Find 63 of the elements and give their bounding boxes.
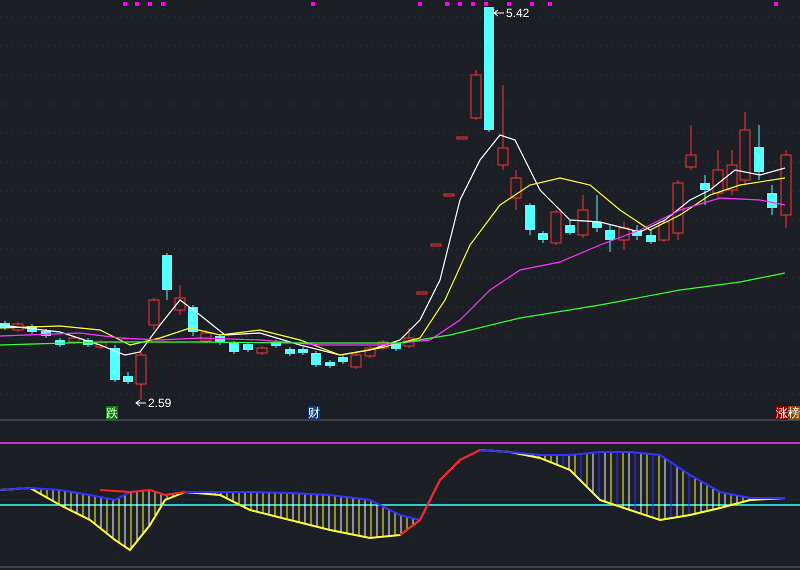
candlestick [658, 218, 670, 242]
candlestick [271, 340, 281, 348]
candlestick [444, 194, 454, 196]
arrow-icon [135, 400, 146, 406]
candlestick [565, 220, 575, 236]
candlestick [96, 340, 106, 350]
candlestick [325, 360, 335, 368]
candlestick [712, 150, 724, 198]
candlestick [136, 352, 146, 400]
candlestick [298, 346, 308, 356]
candlestick [55, 338, 65, 348]
candlestick [123, 372, 133, 384]
candlestick [632, 224, 642, 240]
price-label: 2.59 [148, 396, 172, 410]
candlestick [456, 136, 468, 140]
candlestick [68, 336, 80, 344]
tag: 跌 [106, 406, 118, 420]
candlestick [83, 338, 93, 348]
candlestick [416, 292, 428, 294]
candlestick [404, 328, 414, 348]
candlestick [470, 70, 482, 120]
tag: 涨 [776, 406, 788, 420]
candlestick [229, 340, 239, 354]
price-label: 5.42 [506, 6, 530, 20]
candlestick [686, 124, 696, 170]
candlestick [256, 346, 268, 356]
arrow-icon [493, 10, 504, 16]
tag: 财 [308, 406, 320, 420]
candlestick [285, 346, 295, 356]
candlestick [646, 230, 656, 244]
candlestick [550, 210, 562, 246]
candlestick [538, 230, 548, 244]
candlestick [148, 298, 160, 330]
candlestick [525, 202, 535, 236]
candlestick [350, 352, 362, 370]
candlestick [767, 184, 777, 216]
candlestick [215, 334, 225, 346]
candlestick [27, 324, 37, 334]
candlestick [510, 170, 522, 210]
candlestick [188, 304, 198, 336]
candlestick [726, 150, 738, 196]
candlestick [12, 322, 24, 332]
candlestick [592, 194, 602, 232]
candlestick [430, 244, 442, 246]
candlestick [754, 124, 764, 180]
candlestick [672, 180, 684, 240]
candlestick [110, 344, 120, 382]
candlestick [174, 284, 186, 316]
candlestick [605, 224, 615, 252]
candlestick [338, 354, 348, 364]
candlestick [162, 252, 172, 300]
tag: 榜 [788, 406, 800, 420]
candlestick [391, 340, 401, 352]
candlestick [311, 350, 321, 368]
candlestick [243, 342, 253, 352]
candlestick [700, 174, 710, 206]
candlestick [364, 346, 376, 358]
candlestick [618, 222, 630, 250]
candlestick [578, 194, 588, 238]
candlestick [0, 320, 10, 330]
candlestick [378, 340, 388, 350]
candlestick [41, 328, 51, 338]
candlestick [200, 330, 212, 344]
